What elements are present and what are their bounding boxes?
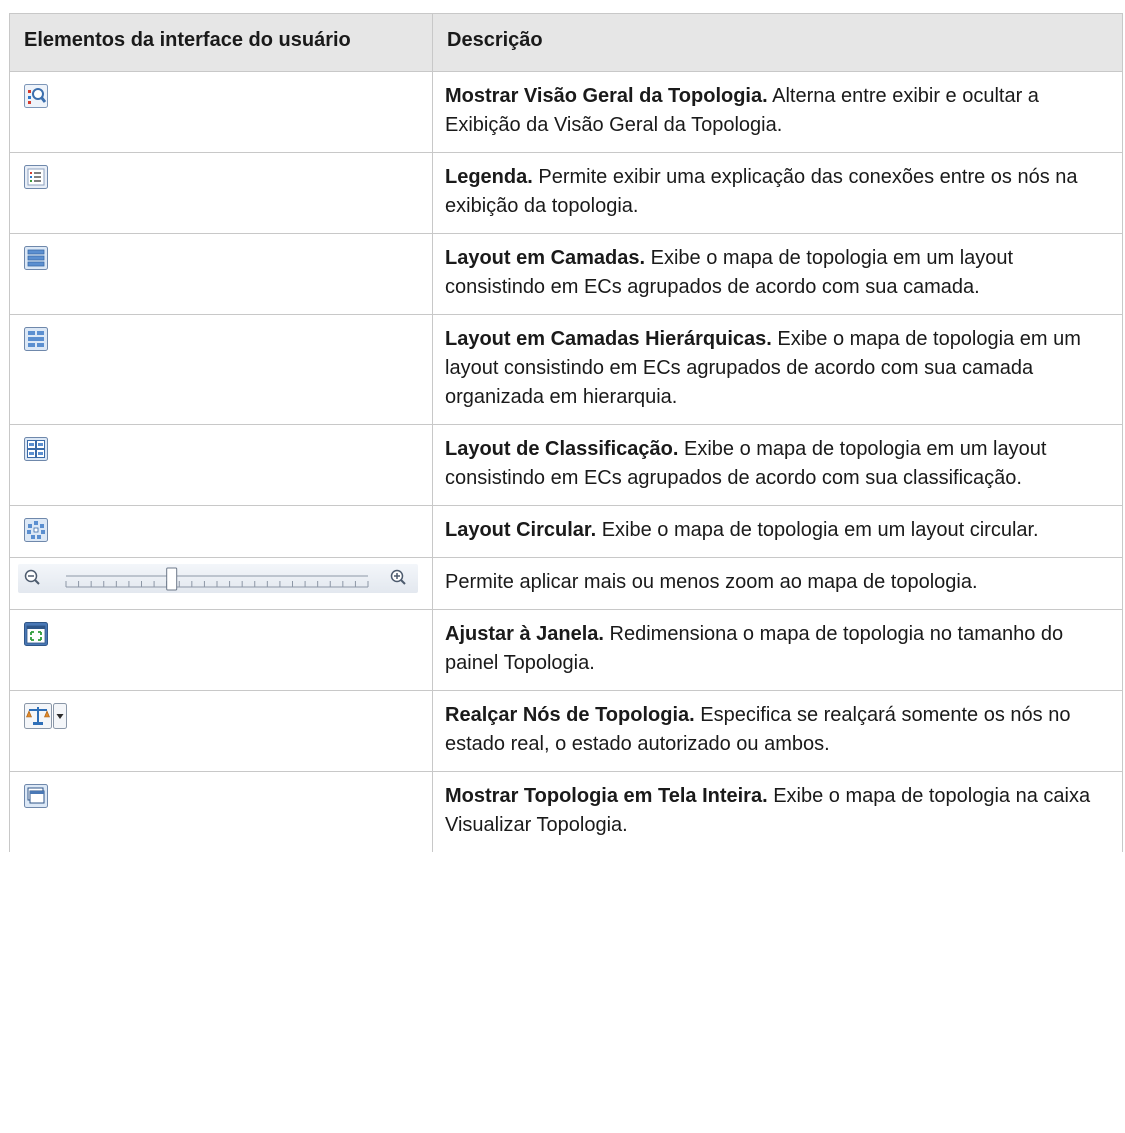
chevron-down-icon[interactable] [53,703,67,729]
zoom-slider-thumb[interactable] [166,567,178,591]
row-title: Layout Circular. [445,519,597,541]
row-title: Ajustar à Janela. [445,623,604,645]
table-header-row: Elementos da interface do usuário Descri… [9,13,1123,72]
table-row: Layout Circular. Exibe o mapa de topolog… [9,505,1123,558]
table-row: Legenda. Permite exibir uma explicação d… [9,152,1123,234]
highlight-nodes-dropdown[interactable] [24,701,67,729]
layered-layout-icon[interactable] [24,246,48,270]
zoom-in-icon[interactable] [390,569,406,585]
row-title: Layout em Camadas. [445,247,646,269]
header-description: Descrição [432,13,1123,72]
table-row: Ajustar à Janela. Redimensiona o mapa de… [9,609,1123,691]
header-ui-elements: Elementos da interface do usuário [9,13,433,72]
row-title: Mostrar Visão Geral da Topologia. [445,85,768,107]
zoom-slider[interactable] [18,564,418,593]
legend-icon[interactable] [24,165,48,189]
highlight-nodes-icon[interactable] [24,703,52,729]
ui-elements-table: Elementos da interface do usuário Descri… [9,13,1123,852]
table-row: Mostrar Visão Geral da Topologia. Altern… [9,71,1123,153]
zoom-out-icon[interactable] [24,569,40,585]
row-title: Mostrar Topologia em Tela Inteira. [445,785,768,807]
table-row: Layout em Camadas Hierárquicas. Exibe o … [9,314,1123,425]
row-text: Permite aplicar mais ou menos zoom ao ma… [445,571,978,593]
table-row: Realçar Nós de Topologia. Especifica se … [9,690,1123,772]
row-title: Layout em Camadas Hierárquicas. [445,328,772,350]
row-title: Legenda. [445,166,533,188]
classification-layout-icon[interactable] [24,437,48,461]
row-text: Exibe o mapa de topologia em um layout c… [596,519,1039,541]
topology-overview-icon[interactable] [24,84,48,108]
fullscreen-topology-icon[interactable] [24,784,48,808]
row-title: Layout de Classificação. [445,438,679,460]
table-row: Permite aplicar mais ou menos zoom ao ma… [9,557,1123,610]
table-row: Layout em Camadas. Exibe o mapa de topol… [9,233,1123,315]
row-text: Permite exibir uma explicação das conexõ… [445,166,1078,217]
row-title: Realçar Nós de Topologia. [445,704,695,726]
hierarchical-layers-layout-icon[interactable] [24,327,48,351]
circular-layout-icon[interactable] [24,518,48,542]
table-row: Layout de Classificação. Exibe o mapa de… [9,424,1123,506]
fit-to-window-icon[interactable] [24,622,48,646]
table-row: Mostrar Topologia em Tela Inteira. Exibe… [9,771,1123,852]
